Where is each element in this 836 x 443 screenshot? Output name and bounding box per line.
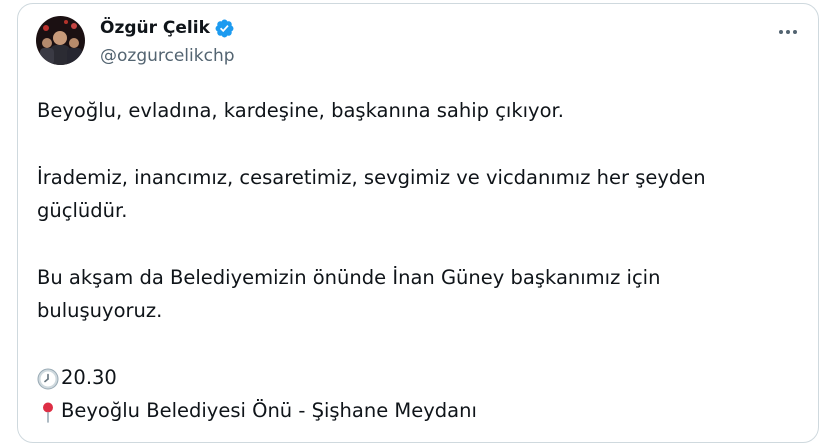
tweet-paragraph-2: İrademiz, inancımız, cesaretimiz, sevgim… — [37, 166, 706, 222]
tweet-time-text: 20.30 — [61, 366, 117, 389]
tweet-paragraph-3: Bu akşam da Belediyemizin önünde İnan Gü… — [37, 266, 661, 322]
tweet-card: Özgür Çelik @ozgurcelikchp Beyoğlu, evla… — [17, 3, 819, 443]
round-pushpin-icon — [37, 400, 59, 423]
more-horizontal-icon — [779, 30, 797, 34]
author-name-row[interactable]: Özgür Çelik — [100, 16, 235, 40]
clock-icon — [37, 367, 59, 389]
tweet-time-line: 20.30 — [37, 361, 797, 394]
tweet-location-line: Beyoğlu Belediyesi Önü - Şişhane Meydanı — [37, 394, 797, 427]
author-handle[interactable]: @ozgurcelikchp — [100, 45, 235, 67]
verified-badge-icon — [214, 18, 235, 39]
author-display-name[interactable]: Özgür Çelik — [100, 16, 210, 40]
tweet-paragraph-1: Beyoğlu, evladına, kardeşine, başkanına … — [37, 99, 564, 122]
tweet-location-text: Beyoğlu Belediyesi Önü - Şişhane Meydanı — [61, 399, 477, 422]
more-options-button[interactable] — [774, 22, 802, 42]
tweet-text: Beyoğlu, evladına, kardeşine, başkanına … — [37, 94, 797, 427]
avatar[interactable] — [36, 16, 85, 65]
